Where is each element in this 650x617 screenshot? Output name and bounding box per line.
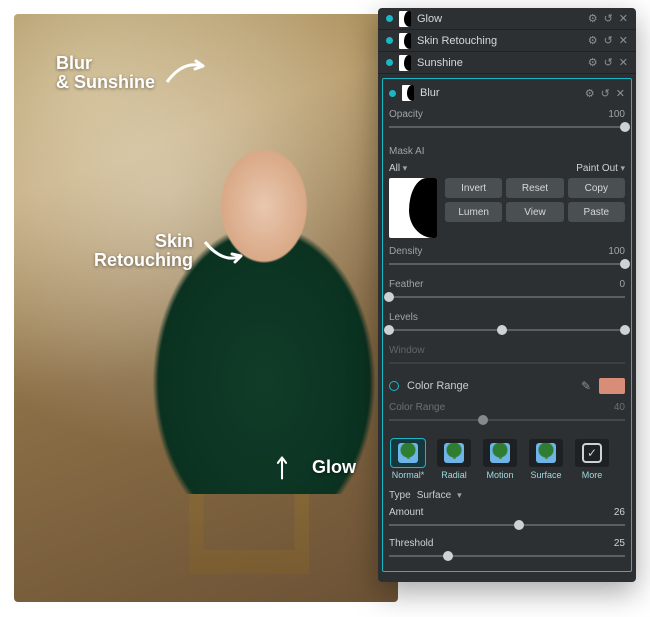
- filter-row-glow[interactable]: Glow ⚙ ↺ ✕: [378, 8, 636, 30]
- mask-thumb-icon: [402, 85, 414, 101]
- tree-icon: [490, 443, 510, 463]
- threshold-value: 25: [614, 538, 625, 549]
- mask-preview[interactable]: [389, 178, 437, 238]
- filter-label: Skin Retouching: [417, 35, 582, 47]
- opacity-value: 100: [608, 109, 625, 120]
- close-icon[interactable]: ✕: [619, 34, 628, 47]
- undo-icon[interactable]: ↺: [604, 56, 613, 69]
- mask-mode-dropdown[interactable]: All: [389, 163, 407, 174]
- annotation-label: Skin Retouching: [94, 232, 193, 270]
- gear-icon[interactable]: ⚙: [585, 87, 595, 100]
- color-range-toggle-label: Color Range: [407, 380, 469, 392]
- annotation-blur-sunshine: Blur & Sunshine: [56, 54, 207, 92]
- blend-label: Surface: [530, 470, 561, 480]
- blend-label: Normal*: [392, 470, 425, 480]
- gear-icon[interactable]: ⚙: [588, 56, 598, 69]
- mask-thumb-icon: [399, 55, 411, 71]
- eyedropper-icon[interactable]: ✎: [581, 379, 591, 393]
- type-label: Type: [389, 490, 411, 501]
- opacity-label: Opacity: [389, 109, 423, 120]
- window-label: Window: [389, 345, 425, 356]
- gear-icon[interactable]: ⚙: [588, 34, 598, 47]
- color-range-label: Color Range: [389, 402, 445, 413]
- color-range-slider[interactable]: [389, 413, 625, 427]
- annotation-skin-retouching: Skin Retouching: [94, 232, 245, 270]
- close-icon[interactable]: ✕: [619, 12, 628, 25]
- annotation-label: Blur & Sunshine: [56, 54, 155, 92]
- visibility-dot-icon[interactable]: [386, 59, 393, 66]
- amount-label: Amount: [389, 507, 423, 518]
- density-label: Density: [389, 246, 422, 257]
- tree-icon: [444, 443, 464, 463]
- arrow-icon: [260, 452, 304, 482]
- copy-button[interactable]: Copy: [568, 178, 625, 198]
- levels-label: Levels: [389, 312, 418, 323]
- blend-label: Radial: [441, 470, 467, 480]
- tree-icon: [398, 443, 418, 463]
- blend-mode-row: Normal* Radial Motion Surface ✓ More: [389, 439, 625, 480]
- blend-motion[interactable]: Motion: [481, 439, 519, 480]
- reset-button[interactable]: Reset: [506, 178, 563, 198]
- close-icon[interactable]: ✕: [616, 87, 625, 100]
- feather-slider[interactable]: [389, 290, 625, 304]
- view-button[interactable]: View: [506, 202, 563, 222]
- mask-paint-dropdown[interactable]: Paint Out: [576, 163, 625, 174]
- color-range-value: 40: [614, 402, 625, 413]
- amount-slider[interactable]: [389, 518, 625, 532]
- mask-ai-label: Mask AI: [389, 146, 425, 157]
- opacity-slider[interactable]: [389, 120, 625, 134]
- type-value: Surface: [417, 490, 451, 501]
- threshold-slider[interactable]: [389, 549, 625, 563]
- window-slider: [389, 356, 625, 370]
- feather-value: 0: [619, 279, 625, 290]
- annotation-label: Glow: [312, 458, 356, 477]
- blend-label: More: [582, 470, 603, 480]
- undo-icon[interactable]: ↺: [604, 12, 613, 25]
- visibility-dot-icon[interactable]: [386, 15, 393, 22]
- arrow-icon: [163, 58, 207, 88]
- photo-subject: [144, 94, 384, 494]
- invert-button[interactable]: Invert: [445, 178, 502, 198]
- color-swatch[interactable]: [599, 378, 625, 394]
- edited-photo: Blur & Sunshine Skin Retouching Glow: [14, 14, 398, 602]
- undo-icon[interactable]: ↺: [604, 34, 613, 47]
- mask-thumb-icon: [399, 11, 411, 27]
- lumen-button[interactable]: Lumen: [445, 202, 502, 222]
- blend-radial[interactable]: Radial: [435, 439, 473, 480]
- threshold-label: Threshold: [389, 538, 433, 549]
- gear-icon[interactable]: ⚙: [588, 12, 598, 25]
- amount-value: 26: [614, 507, 625, 518]
- chevron-down-icon[interactable]: ▾: [457, 490, 462, 501]
- filter-row-sunshine[interactable]: Sunshine ⚙ ↺ ✕: [378, 52, 636, 74]
- filter-row-skin-retouching[interactable]: Skin Retouching ⚙ ↺ ✕: [378, 30, 636, 52]
- visibility-dot-icon[interactable]: [386, 37, 393, 44]
- blend-normal[interactable]: Normal*: [389, 439, 427, 480]
- more-icon: ✓: [582, 443, 602, 463]
- filter-label: Blur: [420, 87, 579, 99]
- density-value: 100: [608, 246, 625, 257]
- undo-icon[interactable]: ↺: [601, 87, 610, 100]
- levels-slider[interactable]: [389, 323, 625, 337]
- paste-button[interactable]: Paste: [568, 202, 625, 222]
- close-icon[interactable]: ✕: [619, 56, 628, 69]
- filter-label: Glow: [417, 13, 582, 25]
- blend-label: Motion: [486, 470, 513, 480]
- filters-panel: Glow ⚙ ↺ ✕ Skin Retouching ⚙ ↺ ✕ Sunshin…: [378, 8, 636, 582]
- annotation-glow: Glow: [260, 452, 356, 482]
- filter-label: Sunshine: [417, 57, 582, 69]
- color-range-radio[interactable]: [389, 381, 399, 391]
- density-slider[interactable]: [389, 257, 625, 271]
- blend-surface[interactable]: Surface: [527, 439, 565, 480]
- mask-thumb-icon: [399, 33, 411, 49]
- tree-icon: [536, 443, 556, 463]
- filter-expanded-blur: Blur ⚙ ↺ ✕ Opacity 100 Mask AI All Paint…: [382, 78, 632, 572]
- visibility-dot-icon[interactable]: [389, 90, 396, 97]
- feather-label: Feather: [389, 279, 423, 290]
- arrow-icon: [201, 236, 245, 266]
- blend-more[interactable]: ✓ More: [573, 439, 611, 480]
